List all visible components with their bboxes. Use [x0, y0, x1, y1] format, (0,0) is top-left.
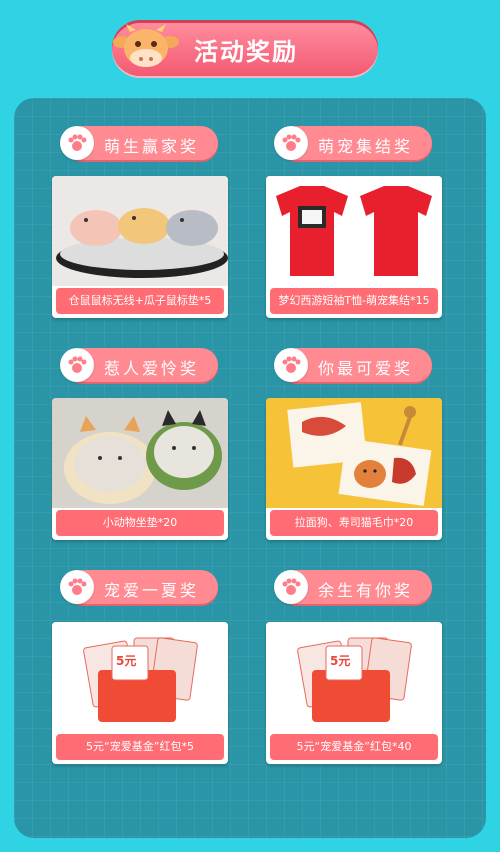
prize-caption: 梦幻西游短袖T恤-萌宠集结*15 — [270, 288, 438, 314]
prize-card[interactable]: 仓鼠鼠标无线+瓜子鼠标垫*5 — [52, 176, 228, 318]
award-pill: 萌生赢家奖 — [60, 126, 218, 160]
award-name: 惹人爱怜奖 — [104, 359, 200, 378]
award-name: 萌生赢家奖 — [104, 137, 200, 156]
award-name: 余生有你奖 — [318, 581, 414, 600]
envelope-amount: 5元 — [330, 654, 351, 668]
paw-icon — [274, 126, 308, 160]
award-name: 萌宠集结奖 — [318, 137, 414, 156]
envelope-amount: 5元 — [116, 654, 137, 668]
award-pill: 惹人爱怜奖 — [60, 348, 218, 382]
award-pill: 萌宠集结奖 — [274, 126, 432, 160]
towel-image — [266, 398, 442, 508]
paw-icon — [60, 126, 94, 160]
award-pill: 你最可爱奖 — [274, 348, 432, 382]
paw-icon — [274, 570, 308, 604]
cow-mascot-icon — [113, 24, 179, 67]
prize-caption: 5元“宠爱基金”红包*40 — [270, 734, 438, 760]
paw-icon — [60, 348, 94, 382]
prize-card[interactable]: 5元 5元“宠爱基金”红包*40 — [266, 622, 442, 764]
award-name: 宠爱一夏奖 — [104, 581, 200, 600]
red-envelope-image — [52, 622, 228, 732]
paw-icon — [60, 570, 94, 604]
prize-caption: 拉面狗、寿司猫毛巾*20 — [270, 510, 438, 536]
animal-cushion-image — [52, 398, 228, 508]
prize-card[interactable]: 梦幻西游短袖T恤-萌宠集结*15 — [266, 176, 442, 318]
award-pill: 余生有你奖 — [274, 570, 432, 604]
prize-card[interactable]: 拉面狗、寿司猫毛巾*20 — [266, 398, 442, 540]
paw-icon — [274, 348, 308, 382]
red-envelope-image — [266, 622, 442, 732]
prize-caption: 仓鼠鼠标无线+瓜子鼠标垫*5 — [56, 288, 224, 314]
prize-caption: 小动物坐垫*20 — [56, 510, 224, 536]
prize-card[interactable]: 小动物坐垫*20 — [52, 398, 228, 540]
page-title: 活动奖励 — [194, 38, 298, 66]
hamster-mouse-image — [52, 176, 228, 286]
prize-card[interactable]: 5元 5元“宠爱基金”红包*5 — [52, 622, 228, 764]
award-name: 你最可爱奖 — [318, 359, 414, 378]
award-pill: 宠爱一夏奖 — [60, 570, 218, 604]
red-tshirt-image — [266, 176, 442, 286]
prize-caption: 5元“宠爱基金”红包*5 — [56, 734, 224, 760]
